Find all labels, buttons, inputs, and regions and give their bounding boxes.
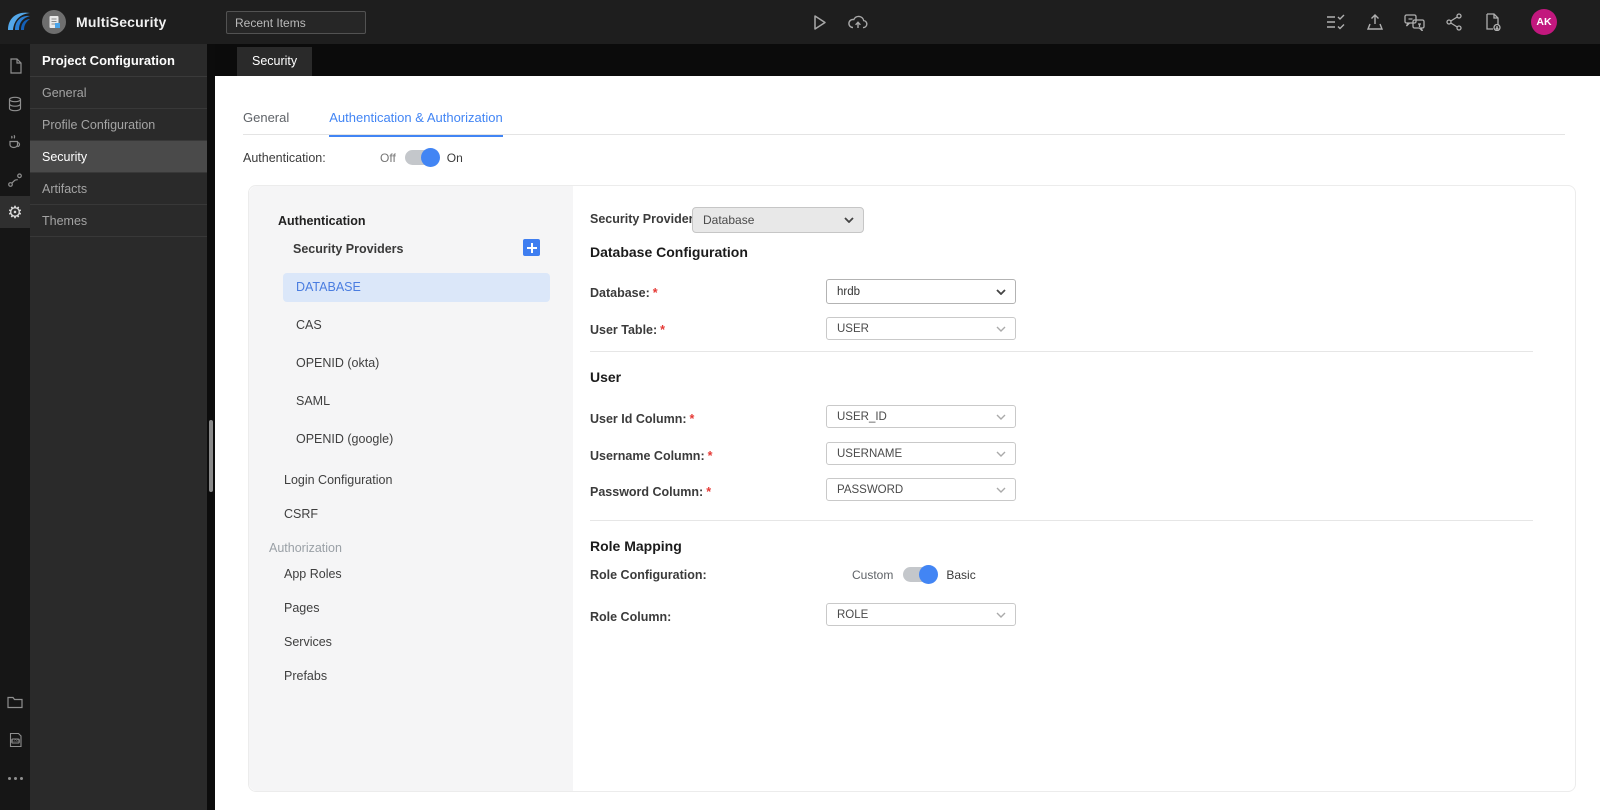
prefabs-item[interactable]: Prefabs [284, 669, 327, 683]
svg-text:LOG: LOG [12, 739, 19, 743]
role-configuration-switch[interactable] [903, 565, 939, 584]
nav-scroll-track [207, 44, 215, 810]
password-column-select[interactable]: PASSWORD [826, 478, 1016, 501]
user-avatar[interactable]: AK [1531, 9, 1557, 35]
add-provider-button[interactable] [523, 239, 540, 256]
security-provider-select[interactable]: Database [692, 207, 864, 233]
authentication-switch[interactable] [404, 148, 440, 167]
auth-config-container: Authentication Security Providers DATABA… [248, 185, 1576, 792]
export-icon[interactable] [1361, 0, 1389, 44]
editor-tabbar: Security [215, 44, 1600, 76]
folders-icon[interactable] [0, 686, 30, 718]
editor-tab-security[interactable]: Security [237, 47, 313, 76]
services-item[interactable]: Services [284, 635, 332, 649]
role-toggle-custom-label: Custom [852, 567, 894, 582]
wavemaker-logo[interactable] [6, 9, 32, 35]
tab-general[interactable]: General [243, 110, 289, 137]
user-section-title: User [590, 369, 622, 385]
username-column-label: Username Column: * [590, 449, 713, 463]
provider-openid-okta[interactable]: OPENID (okta) [283, 349, 550, 378]
recent-items-input[interactable] [226, 11, 366, 34]
nav-title: Project Configuration [30, 44, 207, 77]
authorization-section-title: Authorization [269, 541, 342, 555]
user-table-select[interactable]: USER [826, 317, 1016, 340]
username-column-value: USERNAME [837, 447, 903, 460]
database-configuration-title: Database Configuration [590, 244, 748, 260]
user-table-value: USER [837, 322, 869, 335]
provider-openid-google[interactable]: OPENID (google) [283, 425, 550, 454]
toggle-off-label: Off [380, 150, 396, 165]
provider-form: Security Provider Database Database Conf… [573, 186, 1575, 791]
jobs-checklist-icon[interactable] [1322, 0, 1350, 44]
section-divider [590, 520, 1533, 521]
settings-icon[interactable]: ⚙ [0, 196, 30, 228]
password-column-value: PASSWORD [837, 483, 904, 496]
role-configuration-label: Role Configuration: [590, 567, 707, 582]
switch-knob [420, 148, 440, 167]
project-icon [42, 10, 66, 34]
project-name: MultiSecurity [76, 14, 167, 30]
provider-cas[interactable]: CAS [283, 311, 550, 340]
nav-item-security[interactable]: Security [30, 141, 207, 173]
authentication-label: Authentication: [243, 150, 326, 165]
file-sync-icon[interactable] [1478, 0, 1506, 44]
run-preview-icon[interactable] [806, 0, 832, 44]
switch-knob [919, 565, 939, 584]
app-window: MultiSecurity Recent Items AK ⚙ LOG Proj… [0, 0, 1600, 810]
provider-database[interactable]: DATABASE [283, 273, 550, 302]
security-provider-label: Security Provider [590, 212, 694, 226]
role-toggle-basic-label: Basic [946, 567, 976, 582]
user-table-label: User Table: * [590, 323, 666, 337]
nav-item-artifacts[interactable]: Artifacts [30, 173, 207, 205]
toggle-on-label: On [446, 150, 463, 165]
content-tabs: General Authentication & Authorization [243, 110, 503, 137]
gear-glyph: ⚙ [7, 202, 23, 222]
role-configuration-row: Role Configuration: Custom Basic [590, 565, 976, 584]
share-icon[interactable] [1440, 0, 1468, 44]
left-icon-rail: ⚙ LOG [0, 44, 30, 810]
security-content: General Authentication & Authorization A… [215, 76, 1600, 810]
security-provider-value: Database [703, 213, 755, 227]
role-column-value: ROLE [837, 608, 869, 621]
database-select[interactable]: hrdb [826, 279, 1016, 304]
tab-authentication-authorization[interactable]: Authentication & Authorization [329, 110, 503, 137]
section-divider [590, 351, 1533, 352]
app-roles-item[interactable]: App Roles [284, 567, 342, 581]
user-id-column-select[interactable]: USER_ID [826, 405, 1016, 428]
apis-icon[interactable] [0, 164, 30, 196]
database-label: Database: * [590, 286, 658, 300]
project-config-nav: Project Configuration General Profile Co… [30, 44, 207, 810]
nav-item-profile-configuration[interactable]: Profile Configuration [30, 109, 207, 141]
java-services-icon[interactable] [0, 126, 30, 158]
security-providers-title: Security Providers [293, 242, 404, 256]
more-options-icon[interactable] [0, 762, 30, 794]
username-column-select[interactable]: USERNAME [826, 442, 1016, 465]
login-configuration-item[interactable]: Login Configuration [284, 473, 392, 487]
auth-sidebar: Authentication Security Providers DATABA… [249, 186, 573, 791]
database-value: hrdb [837, 285, 861, 298]
databases-icon[interactable] [0, 88, 30, 120]
role-column-label: Role Column: [590, 610, 672, 624]
tabs-divider [243, 134, 1565, 135]
role-mapping-title: Role Mapping [590, 538, 682, 554]
nav-item-themes[interactable]: Themes [30, 205, 207, 237]
role-column-select[interactable]: ROLE [826, 603, 1016, 626]
logs-icon[interactable]: LOG [0, 724, 30, 756]
user-id-column-value: USER_ID [837, 410, 887, 423]
nav-scrollbar-thumb[interactable] [209, 420, 213, 492]
topbar: MultiSecurity Recent Items AK [0, 0, 1600, 44]
provider-saml[interactable]: SAML [283, 387, 550, 416]
deploy-cloud-icon[interactable] [845, 0, 871, 44]
authentication-toggle-row: Authentication: Off On [243, 148, 463, 167]
pages-item[interactable]: Pages [284, 601, 319, 615]
translate-icon[interactable] [1400, 0, 1428, 44]
password-column-label: Password Column: * [590, 485, 712, 499]
csrf-item[interactable]: CSRF [284, 507, 318, 521]
pages-icon[interactable] [0, 50, 30, 82]
authentication-section-title: Authentication [278, 214, 366, 228]
nav-item-general[interactable]: General [30, 77, 207, 109]
user-id-column-label: User Id Column: * [590, 412, 695, 426]
